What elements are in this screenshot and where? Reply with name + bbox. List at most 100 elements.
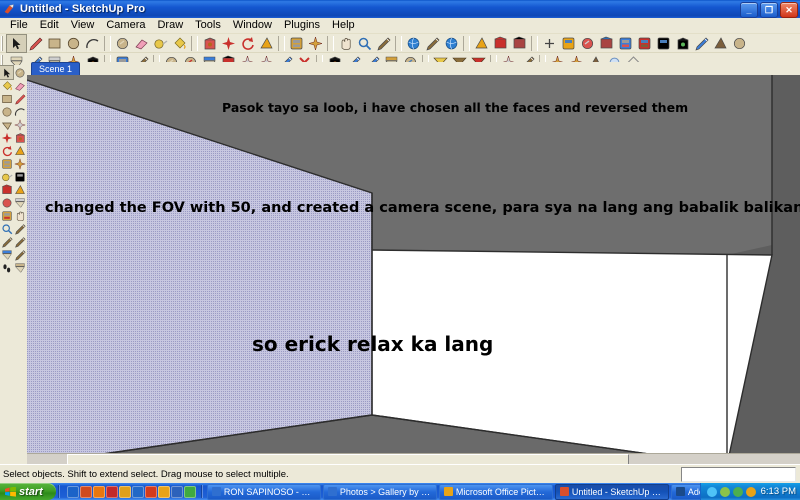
section-plane[interactable] [472,35,491,52]
menu-help[interactable]: Help [326,18,361,33]
toolbar-grip[interactable] [1,35,5,51]
circle-tool[interactable] [0,105,13,118]
scale-tool[interactable] [287,35,306,52]
dimension-tool[interactable] [0,183,13,196]
rotate-tool[interactable] [0,144,13,157]
arc-tool[interactable] [83,35,102,52]
menu-camera[interactable]: Camera [100,18,151,33]
protractor-tool[interactable] [13,170,26,183]
offset-tool[interactable] [306,35,325,52]
pan-tool[interactable] [13,209,26,222]
arc-tool[interactable] [13,105,26,118]
axes-tool[interactable] [0,196,13,209]
taskbar-item-3[interactable]: Untitled - SketchUp Pro [554,483,669,500]
browser-smiley-icon[interactable] [118,485,131,498]
select-tool[interactable] [0,65,14,80]
volume-icon[interactable] [706,486,717,497]
zoom-extents-tool[interactable] [13,222,26,235]
taskbar-item-4[interactable]: Adobe Photoshop CS... [670,483,700,500]
push-pull-tool[interactable] [200,35,219,52]
zoom-tool[interactable] [355,35,374,52]
soften-edges[interactable] [711,35,730,52]
styles-browser[interactable] [635,35,654,52]
orbit-tool[interactable] [336,35,355,52]
scale-tool[interactable] [0,157,13,170]
offset-tool[interactable] [13,157,26,170]
menu-file[interactable]: File [4,18,34,33]
menu-edit[interactable]: Edit [34,18,65,33]
taskbar-item-1[interactable]: Photos > Gallery by P... [322,483,437,500]
menu-view[interactable]: View [65,18,101,33]
office-icon[interactable] [157,485,170,498]
shadow-settings[interactable] [578,35,597,52]
polygon-tool[interactable] [0,118,13,131]
previous-view-tool[interactable] [0,235,13,248]
3d-text-tool[interactable] [13,196,26,209]
menu-window[interactable]: Window [227,18,278,33]
messenger-icon[interactable] [92,485,105,498]
measurements-box[interactable] [681,466,796,482]
dimension-tool[interactable] [491,35,510,52]
antivirus-icon[interactable] [144,485,157,498]
position-camera-tool[interactable] [0,248,13,261]
next-view[interactable] [423,35,442,52]
tape-measure-tool[interactable] [0,170,13,183]
taskbar-item-0[interactable]: RON SAPINOSO - Pa... [206,483,321,500]
materials-browser[interactable] [616,35,635,52]
zoom-extents-tool[interactable] [374,35,393,52]
model-viewport[interactable]: Pasok tayo sa loob, i have chosen all th… [27,75,800,465]
next-view-tool[interactable] [13,235,26,248]
start-button[interactable]: start [0,483,56,500]
paint-bucket-tool[interactable] [170,35,189,52]
menu-draw[interactable]: Draw [151,18,189,33]
layers-manager[interactable] [654,35,673,52]
fog-settings[interactable] [597,35,616,52]
close-button[interactable]: ✕ [780,2,798,18]
freehand-tool[interactable] [13,118,26,131]
update-tray-icon[interactable] [745,486,756,497]
paint-bucket-tool[interactable] [0,79,13,92]
utility-icon[interactable] [105,485,118,498]
taskbar-item-2[interactable]: Microsoft Office Pictu... [438,483,553,500]
show-desktop-icon[interactable] [66,485,79,498]
add-location[interactable] [540,35,559,52]
make-component-tool[interactable] [13,66,26,79]
outliner[interactable] [673,35,692,52]
network-icon[interactable] [131,485,144,498]
media-player-icon[interactable] [79,485,92,498]
eraser-tool[interactable] [13,79,26,92]
move-tool[interactable] [0,131,13,144]
messenger-tray-icon[interactable] [732,486,743,497]
rectangle-tool[interactable] [0,92,13,105]
document-icon[interactable] [170,485,183,498]
section-plane-tool[interactable] [13,261,26,274]
orbit-tool[interactable] [0,209,13,222]
previous-view[interactable] [404,35,423,52]
rectangle-tool[interactable] [45,35,64,52]
follow-me-tool[interactable] [13,144,26,157]
position-camera[interactable] [442,35,461,52]
move-tool[interactable] [219,35,238,52]
tape-measure-tool[interactable] [151,35,170,52]
minimize-button[interactable]: _ [740,2,758,18]
line-tool[interactable] [26,35,45,52]
menu-plugins[interactable]: Plugins [278,18,326,33]
select-tool[interactable] [6,33,27,53]
instructor[interactable] [730,35,749,52]
scene-tab-1[interactable]: Scene 1 [31,62,81,75]
zoom-tool[interactable] [0,222,13,235]
look-around-tool[interactable] [13,248,26,261]
model-info[interactable] [559,35,578,52]
walk-tool[interactable] [0,261,13,274]
restore-button[interactable]: ❐ [760,2,778,18]
chrome-icon[interactable] [183,485,196,498]
push-pull-tool[interactable] [13,131,26,144]
line-tool[interactable] [13,92,26,105]
network-tray-icon[interactable] [719,486,730,497]
clock[interactable]: 6:13 PM [759,486,796,497]
make-component[interactable] [113,35,132,52]
rotate-tool[interactable] [238,35,257,52]
axes-tool[interactable] [510,35,529,52]
eraser-tool[interactable] [132,35,151,52]
follow-me-tool[interactable] [257,35,276,52]
